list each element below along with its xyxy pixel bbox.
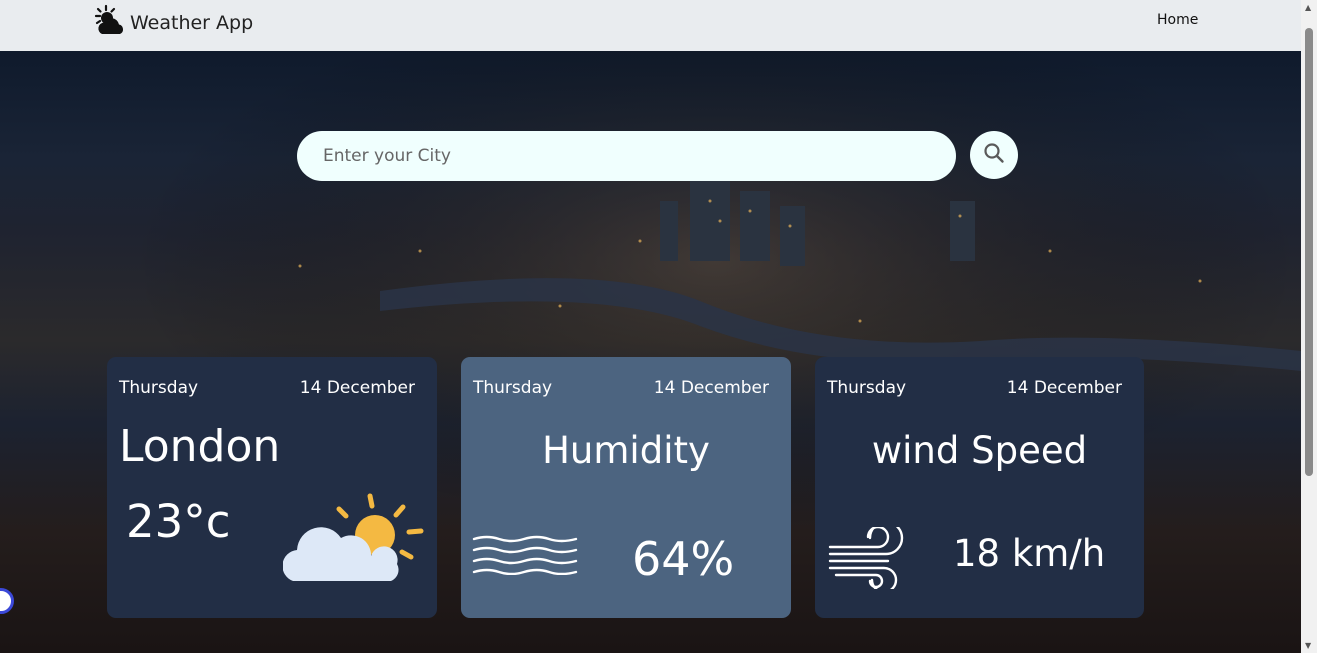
nav-home-link[interactable]: Home xyxy=(1157,12,1198,28)
cloud-sun-icon xyxy=(92,4,128,42)
wind-icon xyxy=(828,520,912,594)
vertical-scrollbar[interactable]: ▲ ▼ xyxy=(1301,0,1317,653)
scroll-down-arrow-icon[interactable]: ▼ xyxy=(1305,641,1311,650)
card-day: Thursday xyxy=(473,378,553,398)
navbar: Weather App Home xyxy=(0,0,1301,51)
waves-icon xyxy=(472,535,578,579)
humidity-value: 64% xyxy=(632,532,735,586)
card-date: 14 December xyxy=(1006,378,1122,398)
search-icon xyxy=(983,142,1005,168)
wind-speed-value: 18 km/h xyxy=(953,532,1106,575)
weather-card-temperature: Thursday 14 December London 23°c xyxy=(107,357,437,618)
card-title: wind Speed xyxy=(871,429,1088,472)
weather-card-wind: Thursday 14 December wind Speed 18 km/h xyxy=(815,357,1144,618)
brand-name: Weather App xyxy=(130,12,254,34)
city-name: London xyxy=(119,421,281,472)
card-day: Thursday xyxy=(119,378,199,398)
card-title: Humidity xyxy=(542,429,710,472)
partly-sunny-icon xyxy=(282,491,428,587)
card-date: 14 December xyxy=(653,378,769,398)
city-search-input[interactable] xyxy=(297,131,956,181)
hero-background: Thursday 14 December London 23°c Thursda… xyxy=(0,51,1301,653)
brand[interactable]: Weather App xyxy=(92,4,253,42)
search-button[interactable] xyxy=(970,131,1018,179)
card-date: 14 December xyxy=(299,378,415,398)
weather-card-humidity: Thursday 14 December Humidity 64% xyxy=(461,357,791,618)
scrollbar-thumb[interactable] xyxy=(1305,28,1313,476)
scroll-up-arrow-icon[interactable]: ▲ xyxy=(1305,3,1311,12)
temperature-value: 23°c xyxy=(126,495,231,548)
card-day: Thursday xyxy=(827,378,907,398)
